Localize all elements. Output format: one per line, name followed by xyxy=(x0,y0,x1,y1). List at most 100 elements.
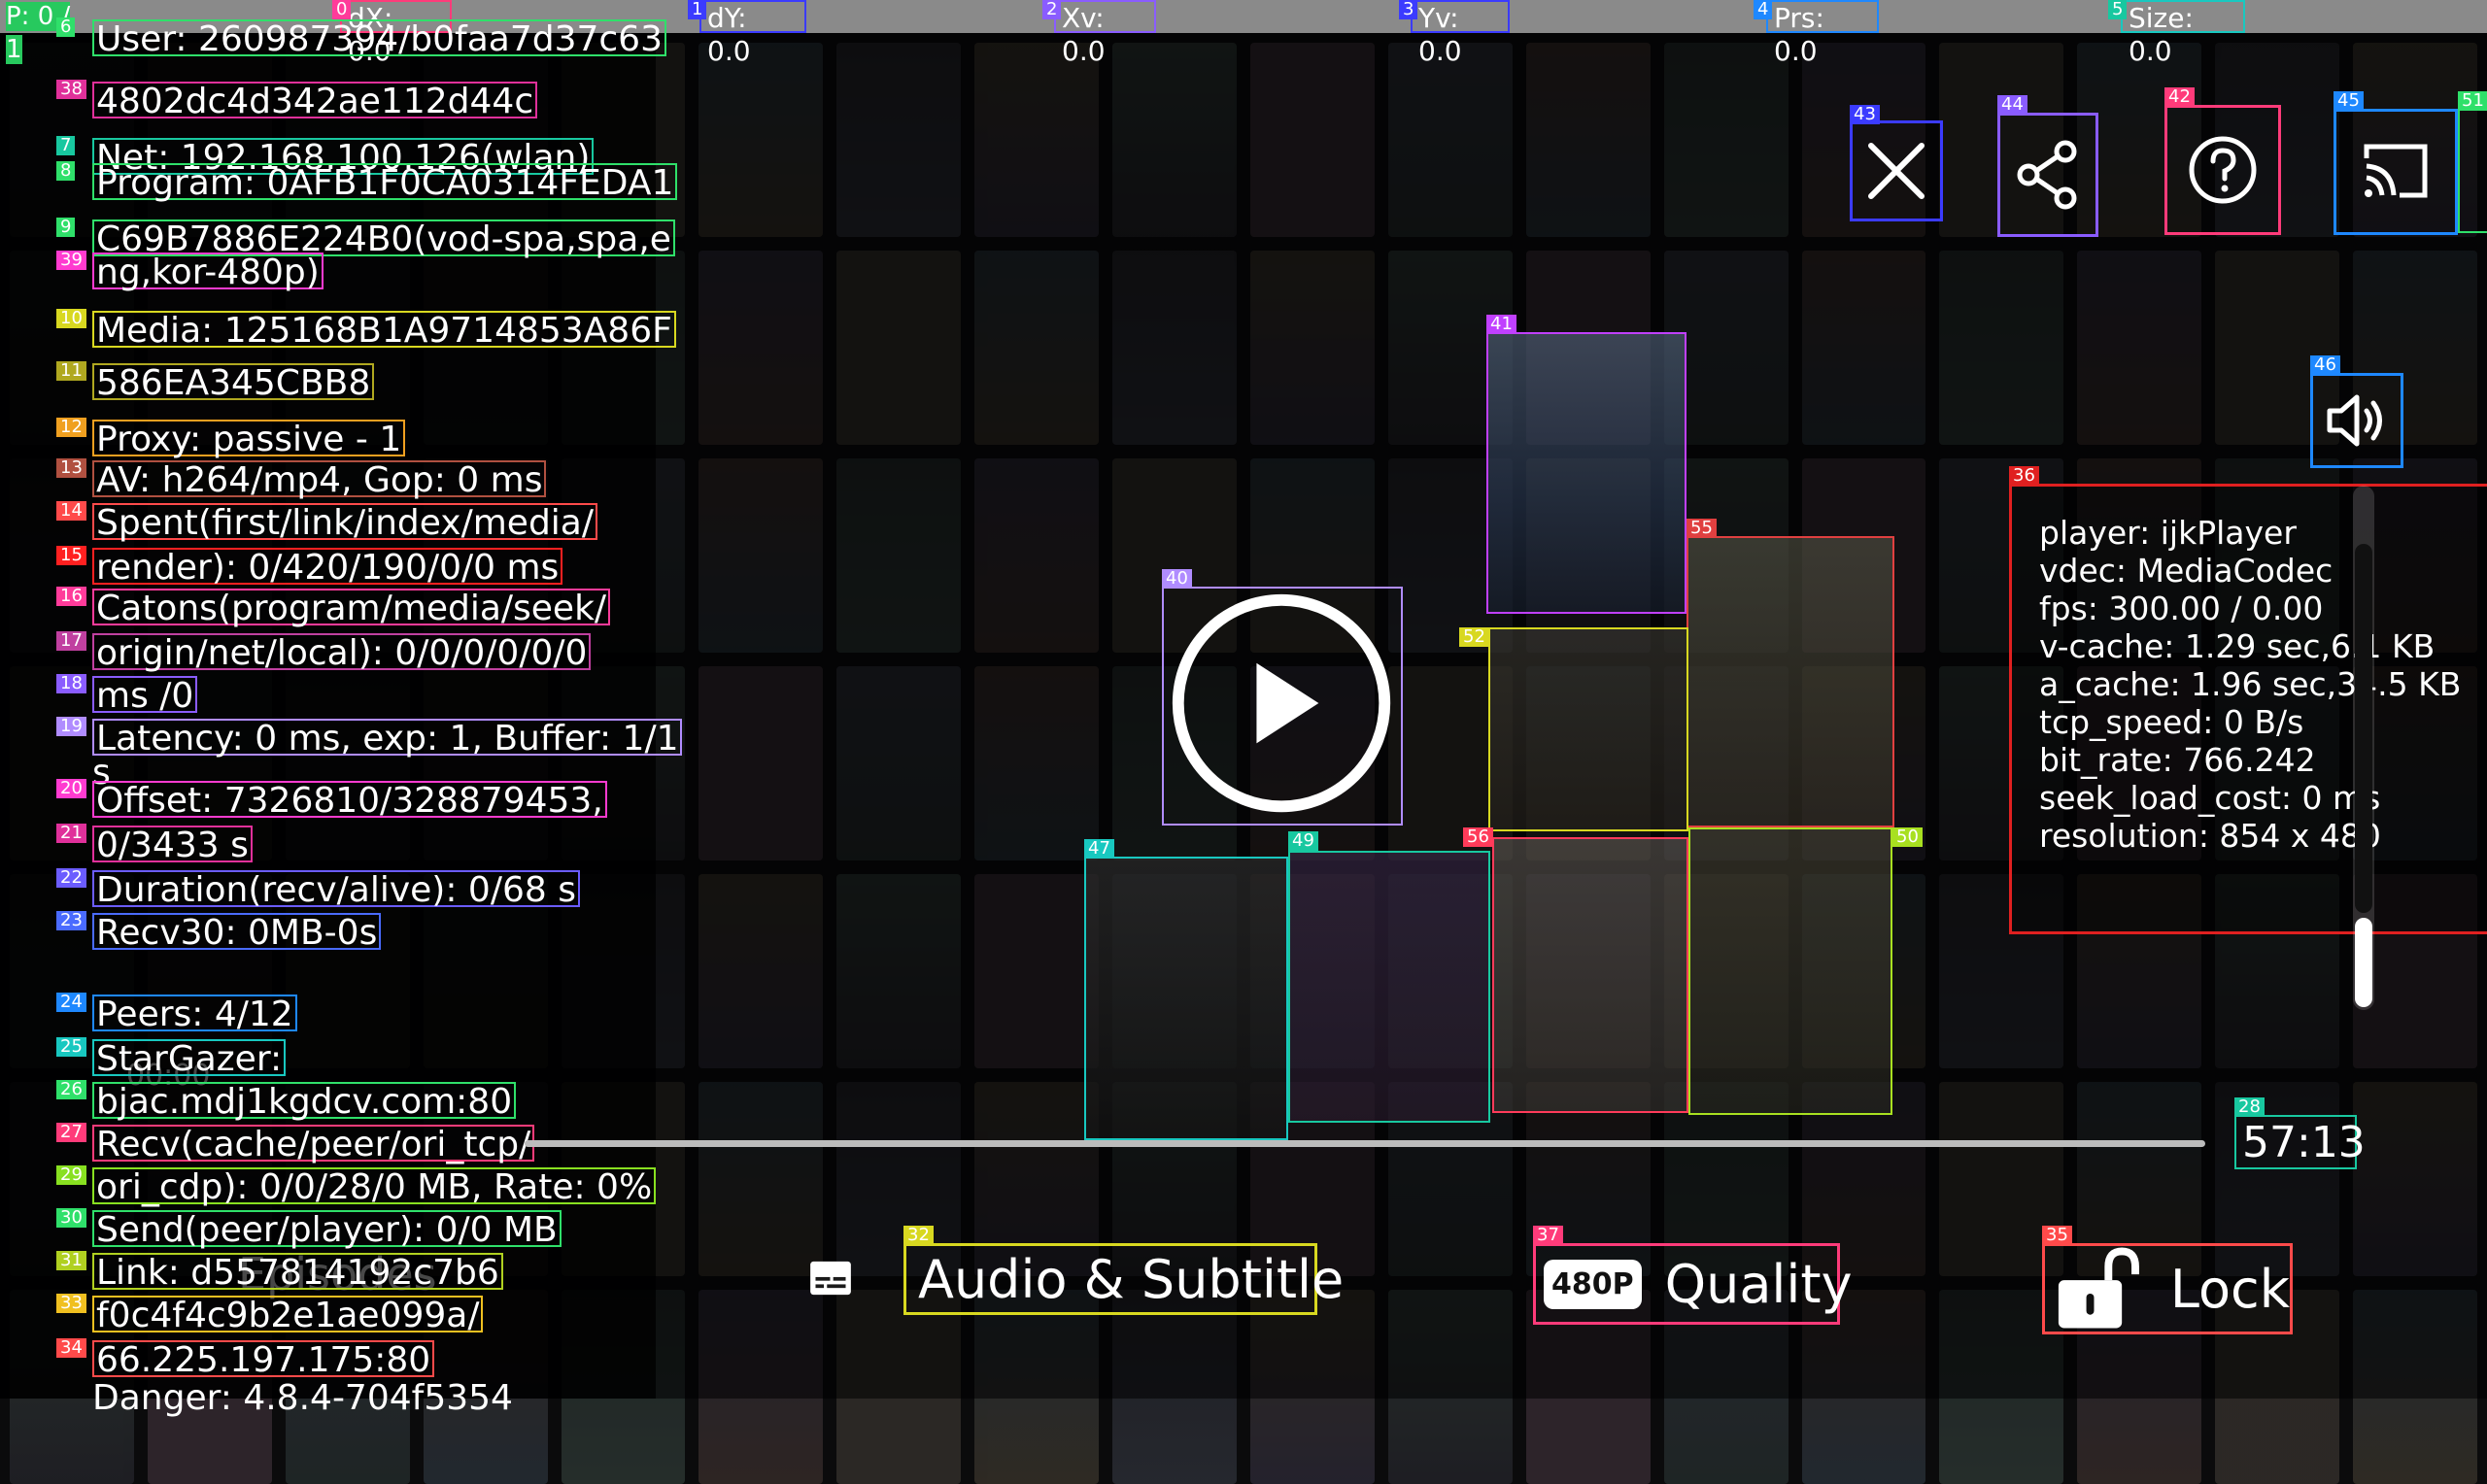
element-id-badge: 37 xyxy=(1533,1226,1563,1245)
debug-line-14: Spent(first/link/index/media/ xyxy=(92,503,597,542)
debug-line-6: User: 260987394/b0faa7d37c63 xyxy=(92,19,666,58)
element-id-badge: 10 xyxy=(56,309,86,328)
element-id-badge: 22 xyxy=(56,868,86,888)
poster-50[interactable] xyxy=(1688,827,1892,1115)
element-id-badge: 40 xyxy=(1162,569,1192,589)
debug-line-29: ori_cdp): 0/0/28/0 MB, Rate: 0% xyxy=(92,1167,657,1206)
cast-button[interactable] xyxy=(2334,109,2458,235)
info-line: a_cache: 1.96 sec,34.5 KB xyxy=(2039,665,2462,703)
element-id-badge: 11 xyxy=(56,361,86,381)
seek-bar[interactable] xyxy=(525,1140,2205,1147)
debug-line-8: Program: 0AFB1F0CA0314FEDA1 xyxy=(92,163,678,202)
element-id-badge: 27 xyxy=(56,1123,86,1142)
debug-line-30: Send(peer/player): 0/0 MB xyxy=(92,1210,562,1249)
debug-line-15: render): 0/420/190/0/0 ms xyxy=(92,548,563,587)
debug-line-10: Media: 125168B1A9714853A86F xyxy=(92,311,676,350)
debug-line-18: ms /0 xyxy=(92,676,198,715)
element-id-badge: 35 xyxy=(2042,1226,2072,1245)
duration-box: 57:13 xyxy=(2234,1115,2366,1169)
element-id-badge: 50 xyxy=(1892,827,1923,847)
debug-line-31: Link: d557814192c7b6 xyxy=(92,1253,503,1292)
debug-line-34b: Danger: 4.8.4-704f5354 xyxy=(92,1378,513,1418)
poster-49[interactable] xyxy=(1288,851,1490,1123)
poster-41[interactable] xyxy=(1486,332,1686,614)
element-id-badge: 5 xyxy=(2108,0,2128,19)
info-line: tcp_speed: 0 B/s xyxy=(2039,703,2304,741)
element-id-badge: 52 xyxy=(1459,627,1489,647)
audio-subtitle-label: Audio & Subtitle xyxy=(918,1248,1345,1310)
element-id-badge: 8 xyxy=(56,161,76,181)
element-id-badge: 55 xyxy=(1686,519,1717,538)
debug-line-20: Offset: 7326810/328879453, xyxy=(92,781,607,820)
subtitle-icon xyxy=(810,1261,851,1296)
dy-readout: dY: 0.0 xyxy=(699,0,806,67)
debug-line-23: Recv30: 0MB-0s xyxy=(92,913,382,952)
debug-line-24: Peers: 4/12 xyxy=(92,995,297,1033)
debug-line-22: Duration(recv/alive): 0/68 s xyxy=(92,870,580,909)
debug-line-19: Latency: 0 ms, exp: 1, Buffer: 1/1 xyxy=(92,719,683,758)
play-button[interactable] xyxy=(1162,587,1403,826)
element-id-badge: 24 xyxy=(56,993,86,1012)
element-id-badge: 2 xyxy=(1042,0,1062,19)
xv-readout: Xv: 0.0 xyxy=(1054,0,1156,67)
info-scroll-thumb[interactable] xyxy=(2355,544,2372,913)
element-id-badge: 14 xyxy=(56,501,86,521)
debug-line-39: ng,kor-480p) xyxy=(92,253,324,291)
element-id-badge: 49 xyxy=(1288,831,1318,851)
poster-52[interactable] xyxy=(1488,627,1688,831)
info-scroll-bar[interactable] xyxy=(2355,918,2372,1007)
element-id-badge: 26 xyxy=(56,1080,86,1099)
poster-55[interactable] xyxy=(1686,536,1894,827)
element-id-badge: 41 xyxy=(1486,315,1516,334)
element-id-badge: 18 xyxy=(56,674,86,693)
debug-line-34: 66.225.197.175:80 xyxy=(92,1340,435,1379)
debug-line-13: AV: h264/mp4, Gop: 0 ms xyxy=(92,460,547,499)
element-id-badge: 15 xyxy=(56,546,86,565)
audio-subtitle-button[interactable]: Audio & Subtitle xyxy=(903,1243,1344,1315)
element-id-badge: 31 xyxy=(56,1251,86,1270)
close-button[interactable] xyxy=(1850,120,1943,221)
element-id-badge: 28 xyxy=(2234,1097,2265,1117)
info-line: vdec: MediaCodec xyxy=(2039,552,2334,590)
debug-line-26: bjac.mdj1kgdcv.com:80 xyxy=(92,1082,517,1121)
element-id-badge: 25 xyxy=(56,1037,86,1057)
element-id-badge: 7 xyxy=(56,136,76,155)
element-id-badge: 34 xyxy=(56,1338,86,1358)
info-line: fps: 300.00 / 0.00 xyxy=(2039,590,2324,627)
element-id-badge: 0 xyxy=(332,0,352,19)
element-id-badge: 43 xyxy=(1850,105,1880,124)
element-id-badge: 17 xyxy=(56,631,86,651)
close-icon xyxy=(1868,143,1925,199)
share-button[interactable] xyxy=(1997,113,2098,237)
debug-line-25: StarGazer: xyxy=(92,1039,287,1078)
element-id-badge: 46 xyxy=(2310,355,2340,375)
element-id-badge: 36 xyxy=(2009,466,2039,486)
element-id-badge: 1 xyxy=(688,0,707,19)
cast-icon xyxy=(2364,144,2428,198)
element-id-badge: 29 xyxy=(56,1165,86,1185)
element-id-badge: 45 xyxy=(2334,91,2364,111)
debug-line-9: C69B7886E224B0(vod-spa,spa,e xyxy=(92,219,675,258)
element-id-badge: 12 xyxy=(56,418,86,437)
debug-line-38: 4802dc4d342ae112d44c xyxy=(92,82,538,120)
quality-label: Quality xyxy=(1664,1253,1853,1315)
debug-line-33: f0c4f4c9b2e1ae099a/ xyxy=(92,1296,484,1334)
element-id-badge: 39 xyxy=(56,251,86,270)
element-id-badge: 33 xyxy=(56,1294,86,1313)
volume-button[interactable] xyxy=(2310,373,2403,468)
element-id-badge: 56 xyxy=(1463,827,1493,847)
prs-readout: Prs: 0.0 xyxy=(1766,0,1879,67)
element-id-badge: 38 xyxy=(56,80,86,99)
element-id-badge: 6 xyxy=(56,17,76,37)
info-line: seek_load_cost: 0 ms xyxy=(2039,779,2381,817)
help-button[interactable] xyxy=(2164,105,2281,235)
poster-47[interactable] xyxy=(1084,857,1288,1140)
quality-button[interactable]: 480P Quality xyxy=(1533,1243,1853,1325)
debug-line-12: Proxy: passive - 1 xyxy=(92,420,406,458)
poster-56[interactable] xyxy=(1492,837,1688,1113)
debug-line-16: Catons(program/media/seek/ xyxy=(92,589,611,627)
lock-button[interactable]: Lock xyxy=(2042,1243,2293,1334)
more-button[interactable] xyxy=(2458,109,2487,233)
element-id-badge: 16 xyxy=(56,587,86,606)
audio-subtitle-icon-wrap[interactable] xyxy=(808,1243,853,1313)
